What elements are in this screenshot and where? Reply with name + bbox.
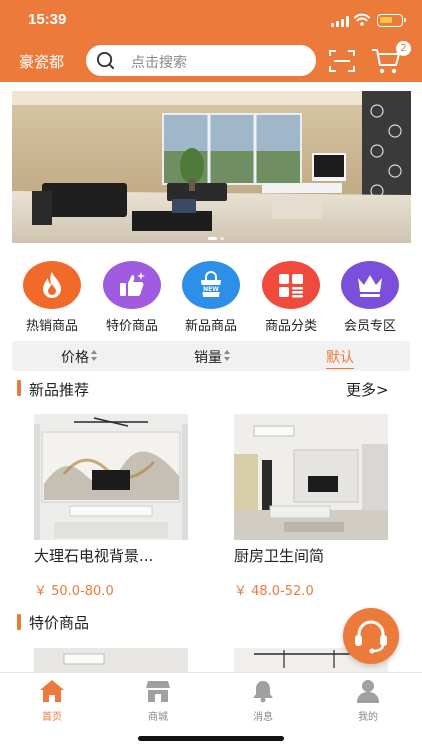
tab-profile[interactable]: 我的 — [338, 679, 398, 723]
banner-image — [12, 91, 411, 243]
category-label: 会员专区 — [343, 319, 396, 334]
more-link[interactable]: 更多> — [346, 379, 389, 400]
category-new-products[interactable]: NEW 新品商品 — [170, 261, 252, 334]
sort-sales-label: 销量 — [194, 350, 222, 366]
product-image-living-room — [234, 414, 388, 540]
tab-messages[interactable]: 消息 — [233, 679, 293, 723]
thumbs-up-icon — [120, 272, 145, 296]
status-bar: 15:39 — [0, 0, 422, 40]
grid-list-icon — [279, 274, 303, 298]
brand-name: 豪瓷都 — [19, 53, 65, 71]
customer-service-button[interactable] — [343, 608, 399, 664]
category-icon-circle — [341, 261, 399, 309]
search-icon — [96, 51, 115, 70]
headset-icon — [355, 620, 387, 654]
category-member-zone[interactable]: 会员专区 — [329, 261, 411, 334]
home-indicator — [138, 736, 284, 741]
section-title-special-products: 特价商品 — [29, 614, 90, 632]
store-icon — [146, 681, 170, 702]
search-input[interactable]: 点击搜索 — [86, 45, 316, 76]
battery-icon — [377, 14, 406, 27]
sort-by-price[interactable]: 价格 — [61, 347, 98, 367]
sort-arrows-icon — [91, 350, 98, 361]
banner-indicator — [208, 237, 228, 241]
category-special-products[interactable]: 特价商品 — [91, 261, 173, 334]
sort-default[interactable]: 默认 — [326, 347, 354, 369]
sort-by-sales[interactable]: 销量 — [194, 347, 231, 367]
category-label: 商品分类 — [264, 319, 317, 334]
cart-badge: 2 — [396, 41, 411, 56]
sort-bar: 价格 销量 默认 — [12, 341, 410, 371]
home-icon — [40, 680, 64, 702]
flame-icon — [43, 272, 61, 298]
scan-icon[interactable] — [329, 49, 355, 73]
tab-mall[interactable]: 商城 — [128, 679, 188, 723]
svg-text:NEW: NEW — [203, 286, 219, 293]
category-label: 热销商品 — [25, 319, 78, 334]
user-icon — [357, 680, 379, 703]
product-image[interactable] — [234, 414, 388, 540]
category-hot-products[interactable]: 热销商品 — [11, 261, 93, 334]
status-time: 15:39 — [28, 11, 67, 28]
section-marker — [17, 614, 21, 630]
category-icon-circle — [262, 261, 320, 309]
bell-icon — [253, 681, 273, 703]
wifi-icon — [354, 13, 370, 26]
tab-label: 我的 — [358, 712, 378, 723]
product-image-partial — [34, 648, 188, 672]
product-image-marble-tv-wall — [34, 414, 188, 540]
search-placeholder: 点击搜索 — [131, 55, 187, 71]
product-image[interactable] — [34, 648, 188, 672]
tab-home[interactable]: 首页 — [22, 679, 82, 723]
category-icon-circle: NEW — [182, 261, 240, 309]
category-product-classification[interactable]: 商品分类 — [250, 261, 332, 334]
sort-price-label: 价格 — [61, 350, 89, 366]
category-label: 新品商品 — [184, 319, 237, 334]
section-marker — [17, 380, 21, 396]
crown-icon — [358, 275, 382, 297]
new-bag-icon: NEW — [201, 271, 221, 297]
product-price: ￥ 50.0-80.0 — [34, 584, 114, 599]
product-image[interactable] — [34, 414, 188, 540]
product-name[interactable]: 厨房卫生间简 — [234, 545, 324, 566]
tab-label: 消息 — [253, 712, 273, 723]
tab-label: 商城 — [148, 712, 168, 723]
product-name[interactable]: 大理石电视背景... — [34, 545, 153, 566]
category-label: 特价商品 — [105, 319, 158, 334]
tab-label: 首页 — [42, 712, 62, 723]
app-header: 15:39 豪瓷都 点击搜索 2 — [0, 0, 422, 82]
section-title-new-products: 新品推荐 — [29, 381, 90, 399]
category-icon-circle — [23, 261, 81, 309]
sort-arrows-icon — [224, 350, 231, 361]
category-icon-circle — [103, 261, 161, 309]
signal-icon — [331, 16, 349, 27]
banner-carousel[interactable] — [12, 91, 411, 243]
product-price: ￥ 48.0-52.0 — [234, 584, 314, 599]
